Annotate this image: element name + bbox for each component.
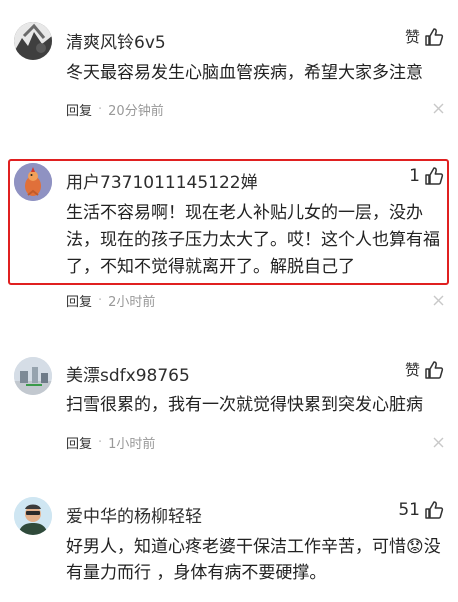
username[interactable]: 爱中华的杨柳轻轻 — [66, 502, 202, 527]
comment-item-4: 爱中华的杨柳轻轻 51 好男人，知道心疼老婆干保洁工作辛苦，可惜😟没有量力而行 … — [0, 470, 458, 602]
comment-item-2: 用户7371011145122婵 1 生活不容易啊！现在老人补贴儿女的一层，没办… — [0, 140, 458, 315]
comment-meta: 回复 · 20分钟前 — [66, 100, 164, 119]
comment-meta: 回复 · 2小时前 — [66, 291, 155, 310]
like-button[interactable]: 51 — [398, 500, 444, 520]
comment-text: 扫雪很累的，我有一次就觉得快累到突发心脏病 — [66, 395, 423, 415]
user-avatar[interactable] — [14, 163, 52, 201]
reply-button[interactable]: 回复 — [66, 100, 92, 119]
thumbs-up-icon — [425, 501, 444, 519]
username[interactable]: 清爽风铃6v5 — [66, 28, 166, 53]
comment-time: 20分钟前 — [108, 104, 164, 119]
separator-dot: · — [98, 102, 103, 117]
user-avatar[interactable] — [14, 497, 52, 535]
avatar-image — [14, 357, 52, 395]
avatar-image — [14, 163, 52, 201]
comment-text: 生活不容易啊！现在老人补贴儿女的一层，没办法，现在的孩子压力太大了。哎！这个人也… — [66, 203, 440, 277]
reply-button[interactable]: 回复 — [66, 291, 92, 310]
close-icon[interactable] — [433, 437, 444, 448]
username[interactable]: 用户7371011145122婵 — [66, 168, 258, 193]
comment-text: 好男人，知道心疼老婆干保洁工作辛苦，可惜😟没有量力而行 ，身体有病不要硬撑。 — [66, 537, 441, 583]
username[interactable]: 美漂sdfx98765 — [66, 361, 190, 386]
comment-text: 冬天最容易发生心脑血管疾病，希望大家多注意 — [66, 63, 423, 83]
comment-item-1: 清爽风铃6v5 赞 冬天最容易发生心脑血管疾病，希望大家多注意 回复 · 20分… — [0, 0, 458, 140]
user-avatar[interactable] — [14, 357, 52, 395]
close-icon[interactable] — [433, 103, 444, 114]
like-count: 1 — [409, 166, 420, 186]
like-count: 51 — [398, 500, 420, 520]
reply-button[interactable]: 回复 — [66, 433, 92, 452]
like-button[interactable]: 1 — [409, 166, 444, 186]
like-label: 赞 — [404, 28, 420, 46]
like-label: 赞 — [404, 361, 420, 379]
like-button[interactable]: 赞 — [405, 26, 444, 47]
comment-time: 2小时前 — [108, 295, 156, 310]
separator-dot: · — [98, 435, 103, 450]
thumbs-up-icon — [425, 27, 444, 46]
thumbs-up-icon — [425, 360, 444, 379]
separator-dot: · — [98, 293, 103, 308]
user-avatar[interactable] — [14, 22, 52, 60]
thumbs-up-icon — [425, 167, 444, 185]
avatar-image — [14, 497, 52, 535]
close-icon[interactable] — [433, 295, 444, 306]
comment-meta: 回复 · 1小时前 — [66, 433, 155, 452]
comment-time: 1小时前 — [108, 437, 156, 452]
avatar-image — [14, 22, 52, 60]
like-button[interactable]: 赞 — [405, 359, 444, 380]
comment-item-3: 美漂sdfx98765 赞 扫雪很累的，我有一次就觉得快累到突发心脏病 回复 ·… — [0, 330, 458, 460]
